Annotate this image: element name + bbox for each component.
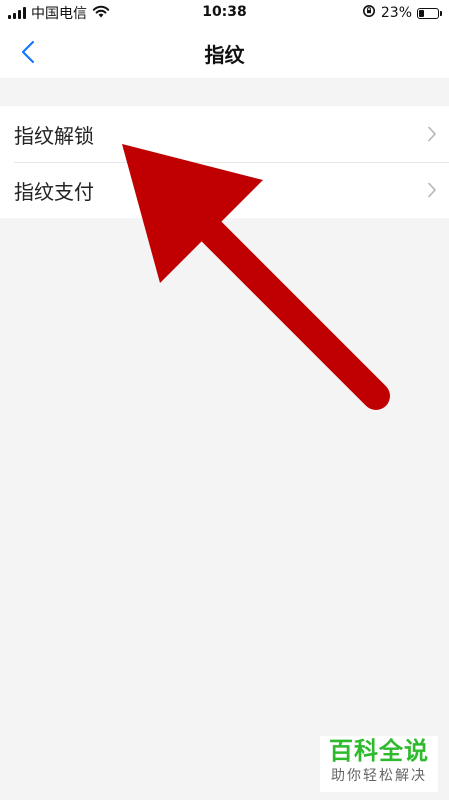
- settings-list: 指纹解锁 指纹支付: [0, 106, 449, 218]
- nav-bar: 指纹: [0, 26, 449, 78]
- rotation-lock-icon: [362, 4, 376, 22]
- status-bar: 中国电信 10:38 23%: [0, 0, 449, 26]
- back-button[interactable]: [12, 36, 44, 68]
- watermark-subtitle: 助你轻松解决: [331, 768, 427, 784]
- chevron-right-icon: [428, 126, 436, 142]
- battery-percent: 23%: [380, 5, 412, 21]
- watermark-title: 百科全说: [329, 737, 429, 765]
- list-item-fingerprint-payment[interactable]: 指纹支付: [0, 162, 449, 218]
- status-right: 23%: [362, 4, 442, 22]
- list-item-label: 指纹支付: [14, 179, 94, 204]
- chevron-right-icon: [428, 182, 436, 198]
- battery-icon: [417, 7, 442, 19]
- page-title: 指纹: [204, 43, 245, 67]
- list-item-label: 指纹解锁: [14, 123, 94, 148]
- chevron-left-icon: [21, 40, 35, 64]
- list-item-fingerprint-unlock[interactable]: 指纹解锁: [0, 106, 449, 162]
- battery-fill: [419, 9, 424, 17]
- watermark-logo: 百科全说 助你轻松解决: [320, 736, 438, 792]
